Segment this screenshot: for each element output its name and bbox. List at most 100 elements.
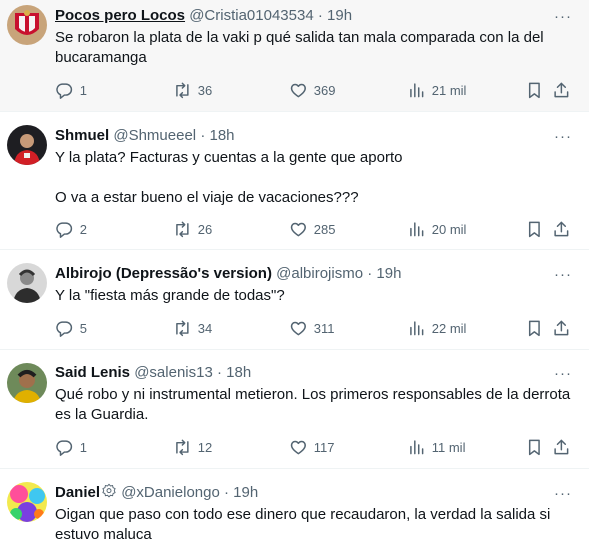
retweet-icon [176, 221, 189, 237]
tweet-paragraph: Qué robo y ni instrumental metieron. Los… [55, 386, 571, 423]
user-handle[interactable]: @albirojismo [276, 265, 363, 282]
tweet[interactable]: Said Lenis @salenis13 · 18h ··· Qué robo… [0, 350, 589, 469]
user-handle[interactable]: @Cristia01043534 [189, 7, 313, 24]
reply-button[interactable]: 1 [55, 80, 87, 100]
user-handle[interactable]: @Shmueeel [113, 127, 196, 144]
views-icon [410, 222, 424, 236]
avatar-image [7, 5, 47, 45]
timestamp[interactable]: 19h [327, 7, 352, 24]
tweet-header: Daniel @xDanielongo · 19h [55, 483, 258, 503]
reply-button[interactable]: 1 [55, 437, 87, 457]
display-name[interactable]: Daniel [55, 484, 100, 501]
more-options-icon[interactable]: ··· [554, 267, 572, 282]
user-handle[interactable]: @xDanielongo [121, 484, 220, 501]
retweet-button[interactable]: 36 [173, 80, 212, 100]
tweet[interactable]: Albirojo (Depressão's version) @albiroji… [0, 250, 589, 350]
views-count: 21 mil [431, 82, 467, 98]
reply-button[interactable]: 2 [55, 219, 87, 239]
tweet-paragraph: Y la plata? Facturas y cuentas a la gent… [55, 149, 403, 166]
like-icon [290, 440, 306, 454]
avatar-image [7, 482, 47, 522]
bookmark-icon [528, 221, 540, 237]
views-button[interactable]: 20 mil [407, 219, 466, 239]
reply-count: 1 [79, 439, 87, 455]
retweet-icon [176, 320, 189, 336]
bookmark-button[interactable] [525, 437, 544, 457]
tweet-header: Shmuel @Shmueeel · 18h [55, 126, 235, 146]
like-button[interactable]: 285 [289, 219, 335, 239]
like-count: 117 [313, 439, 335, 455]
tweet-text: Se robaron la plata de la vaki p qué sal… [55, 28, 575, 68]
separator-dot: · [223, 484, 229, 501]
timestamp[interactable]: 18h [209, 127, 234, 144]
avatar[interactable] [7, 482, 47, 522]
like-icon [290, 321, 306, 335]
bookmark-button[interactable] [525, 318, 544, 338]
reply-icon [56, 222, 73, 238]
views-count: 22 mil [431, 320, 467, 336]
like-count: 369 [313, 82, 336, 98]
views-button[interactable]: 21 mil [407, 80, 466, 100]
like-icon [290, 83, 306, 97]
share-icon [554, 82, 569, 97]
display-name[interactable]: Shmuel [55, 127, 109, 144]
bookmark-icon [528, 82, 540, 98]
bookmark-button[interactable] [525, 219, 544, 239]
tweet-text: Oigan que paso con todo ese dinero que r… [55, 505, 575, 545]
views-count: 20 mil [431, 221, 467, 237]
avatar-image [7, 125, 47, 165]
retweet-count: 34 [197, 320, 213, 336]
timestamp[interactable]: 19h [376, 265, 401, 282]
share-button[interactable] [552, 219, 571, 239]
like-icon [290, 222, 306, 236]
tweet[interactable]: Pocos pero Locos @Cristia01043534 · 19h … [0, 0, 589, 112]
views-count: 11 mil [431, 439, 466, 455]
tweet[interactable]: Daniel @xDanielongo · 19h ··· Oigan que … [0, 469, 589, 551]
views-button[interactable]: 22 mil [407, 318, 466, 338]
action-bar: 1 36 369 21 mil [55, 80, 575, 100]
views-button[interactable]: 11 mil [407, 437, 465, 457]
views-icon [410, 83, 424, 97]
avatar[interactable] [7, 263, 47, 303]
tweet-header: Said Lenis @salenis13 · 18h [55, 363, 251, 383]
retweet-count: 26 [197, 221, 213, 237]
retweet-button[interactable]: 26 [173, 219, 212, 239]
tweet-header: Albirojo (Depressão's version) @albiroji… [55, 264, 401, 284]
like-button[interactable]: 369 [289, 80, 335, 100]
tweet-text: Qué robo y ni instrumental metieron. Los… [55, 385, 575, 425]
share-button[interactable] [552, 80, 571, 100]
bookmark-icon [528, 320, 540, 336]
separator-dot: · [200, 127, 206, 144]
display-name[interactable]: Albirojo (Depressão's version) [55, 265, 272, 282]
share-button[interactable] [552, 437, 571, 457]
display-name[interactable]: Said Lenis [55, 364, 130, 381]
retweet-button[interactable]: 12 [173, 437, 212, 457]
more-options-icon[interactable]: ··· [554, 129, 572, 144]
tweet-header: Pocos pero Locos @Cristia01043534 · 19h [55, 6, 352, 26]
avatar[interactable] [7, 125, 47, 165]
retweet-button[interactable]: 34 [173, 318, 212, 338]
tweet[interactable]: Shmuel @Shmueeel · 18h ··· Y la plata? F… [0, 112, 589, 250]
user-handle[interactable]: @salenis13 [134, 364, 213, 381]
reply-button[interactable]: 5 [55, 318, 87, 338]
timestamp[interactable]: 19h [233, 484, 258, 501]
reply-count: 5 [79, 320, 87, 336]
display-name[interactable]: Pocos pero Locos [55, 7, 185, 24]
reply-icon [56, 440, 73, 456]
tweet-text: Y la plata? Facturas y cuentas a la gent… [55, 148, 575, 208]
timestamp[interactable]: 18h [226, 364, 251, 381]
more-options-icon[interactable]: ··· [554, 9, 572, 24]
share-button[interactable] [552, 318, 571, 338]
more-options-icon[interactable]: ··· [554, 486, 572, 501]
more-options-icon[interactable]: ··· [554, 366, 572, 381]
bookmark-button[interactable] [525, 80, 544, 100]
retweet-icon [176, 439, 189, 455]
avatar[interactable] [7, 5, 47, 45]
verified-badge-icon [102, 483, 116, 498]
like-button[interactable]: 117 [289, 437, 334, 457]
action-bar: 2 26 285 20 mil [55, 219, 575, 239]
views-icon [410, 321, 424, 335]
avatar[interactable] [7, 363, 47, 403]
bookmark-icon [528, 439, 540, 455]
like-button[interactable]: 311 [289, 318, 334, 338]
